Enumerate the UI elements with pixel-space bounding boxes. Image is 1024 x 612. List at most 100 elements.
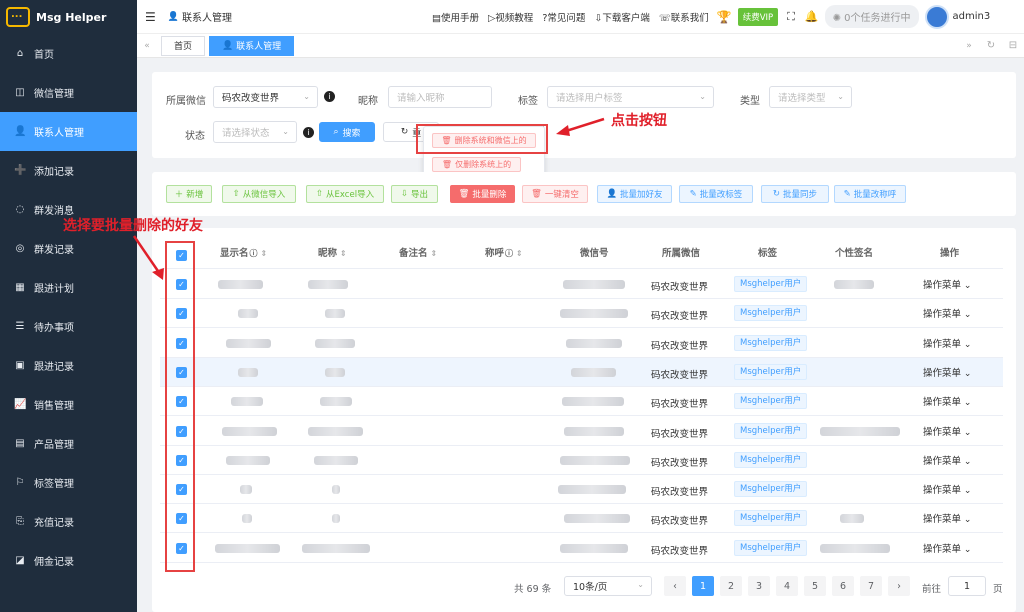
batch-sync-button[interactable]: ↻ 批量同步	[761, 185, 829, 203]
row-action-menu-label: 操作菜单	[923, 367, 962, 379]
sidebar-item-7[interactable]: ☰ 待办事项	[0, 307, 137, 346]
column-header-0[interactable]: 显示名ⓘ ⇕	[220, 245, 267, 259]
page-button-6[interactable]: 6	[832, 576, 854, 596]
table-row[interactable]: ✓ 码农改变世界 Msghelper用户 操作菜单 ⌄	[160, 299, 1003, 329]
wechat-select[interactable]: 码农改变世界 ⌄	[213, 86, 318, 108]
batch-edit-title-button[interactable]: ✎ 批量改称呼	[834, 185, 906, 203]
chevron-down-icon: ⌄	[961, 544, 972, 555]
page-button-1[interactable]: 1	[692, 576, 714, 596]
info-icon[interactable]: i	[324, 91, 335, 102]
search-button[interactable]: ⌕ 搜索	[319, 122, 375, 142]
trophy-icon[interactable]: 🏆	[717, 10, 732, 24]
message-icon: ◌	[15, 204, 25, 215]
import-wechat-button[interactable]: ⇧ 从微信导入	[222, 185, 296, 203]
table-row[interactable]: ✓ 码农改变世界 Msghelper用户 操作菜单 ⌄	[160, 446, 1003, 475]
page-button-4[interactable]: 4	[776, 576, 798, 596]
vip-button[interactable]: 续费VIP	[737, 7, 779, 26]
info-icon[interactable]: i	[303, 127, 314, 138]
task-status[interactable]: ✺ 0个任务进行中	[824, 5, 919, 28]
batch-add-friend-button[interactable]: 👤 批量加好友	[597, 185, 672, 203]
column-header-1[interactable]: 昵称 ⇕	[318, 245, 347, 259]
page-button-2[interactable]: 2	[720, 576, 742, 596]
column-header-3[interactable]: 称呼ⓘ ⇕	[485, 245, 523, 259]
tag-select[interactable]: 请选择用户标签 ⌄	[547, 86, 714, 108]
bell-icon[interactable]: 🔔	[805, 10, 819, 23]
next-page-button[interactable]: ›	[888, 576, 910, 596]
goto-page-input[interactable]: 1	[948, 576, 986, 596]
table-row[interactable]: ✓ 码农改变世界 Msghelper用户 操作菜单 ⌄	[160, 475, 1003, 505]
delete-system-only-option[interactable]: 🗑 仅删除系统上的	[432, 157, 521, 172]
username[interactable]: admin3	[953, 11, 991, 22]
menu-toggle-icon[interactable]: ☰	[145, 10, 156, 24]
row-action-menu[interactable]: 操作菜单 ⌄	[923, 482, 971, 496]
row-action-menu[interactable]: 操作菜单 ⌄	[923, 541, 971, 555]
row-action-menu[interactable]: 操作菜单 ⌄	[923, 277, 971, 291]
column-header-2[interactable]: 备注名 ⇕	[399, 245, 437, 259]
status-select-placeholder: 请选择状态	[222, 128, 270, 139]
fullscreen-icon[interactable]: ⛶	[787, 10, 795, 24]
table-row[interactable]: ✓ 码农改变世界 Msghelper用户 操作菜单 ⌄	[160, 504, 1003, 534]
export-button[interactable]: ⇩ 导出	[391, 185, 438, 203]
sidebar-item-0[interactable]: ⌂ 首页	[0, 34, 137, 73]
sidebar-item-10[interactable]: ▤ 产品管理	[0, 424, 137, 463]
batch-delete-button[interactable]: 🗑 批量删除	[450, 185, 515, 203]
sort-icon: ⇕	[340, 249, 347, 258]
contact-link[interactable]: ☏联系我们	[659, 10, 709, 24]
sidebar-item-8[interactable]: ▣ 跟进记录	[0, 346, 137, 385]
page-button-7[interactable]: 7	[860, 576, 882, 596]
row-action-menu-label: 操作菜单	[923, 338, 962, 350]
page-button-3[interactable]: 3	[748, 576, 770, 596]
redacted-cell	[560, 455, 630, 465]
manual-link[interactable]: ▤使用手册	[432, 10, 479, 24]
table-row[interactable]: ✓ 码农改变世界 Msghelper用户 操作菜单 ⌄	[160, 357, 1003, 387]
tab-menu-icon[interactable]: ⊟	[1002, 40, 1024, 51]
tabs-scroll-left-icon[interactable]: «	[137, 41, 157, 51]
row-action-menu[interactable]: 操作菜单 ⌄	[923, 336, 971, 350]
download-link[interactable]: ⇩下载客户端	[594, 10, 649, 24]
tab-contacts[interactable]: 👤 联系人管理	[209, 35, 295, 56]
clear-all-button[interactable]: 🗑 一键清空	[522, 185, 588, 203]
row-action-menu[interactable]: 操作菜单 ⌄	[923, 365, 971, 379]
row-action-menu[interactable]: 操作菜单 ⌄	[923, 511, 971, 525]
batch-edit-tag-button[interactable]: ✎ 批量改标签	[679, 185, 753, 203]
sidebar-item-11[interactable]: ⚐ 标签管理	[0, 463, 137, 502]
export-button-label: 导出	[411, 190, 429, 200]
redacted-cell	[332, 514, 340, 524]
faq-link[interactable]: ?常见问题	[542, 10, 585, 24]
refresh-icon[interactable]: ↻	[980, 40, 1002, 51]
row-action-menu[interactable]: 操作菜单 ⌄	[923, 394, 971, 408]
import-excel-button[interactable]: ⇧ 从Excel导入	[306, 185, 384, 203]
row-action-menu[interactable]: 操作菜单 ⌄	[923, 306, 971, 320]
sidebar-item-label: 群发记录	[34, 245, 74, 256]
table-row[interactable]: ✓ 码农改变世界 Msghelper用户 操作菜单 ⌄	[160, 270, 1003, 299]
page-button-5[interactable]: 5	[804, 576, 826, 596]
tabs-scroll-right-icon[interactable]: »	[958, 41, 980, 51]
video-link[interactable]: ▷视频教程	[488, 10, 533, 24]
tab-home[interactable]: 首页	[161, 35, 206, 56]
sidebar-item-3[interactable]: ➕ 添加记录	[0, 151, 137, 190]
table-row[interactable]: ✓ 码农改变世界 Msghelper用户 操作菜单 ⌄	[160, 534, 1003, 563]
prev-page-button[interactable]: ‹	[664, 576, 686, 596]
page-size-select[interactable]: 10条/页 ⌄	[564, 576, 652, 596]
status-select[interactable]: 请选择状态 ⌄	[213, 121, 297, 143]
sidebar-item-6[interactable]: ▦ 跟进计划	[0, 268, 137, 307]
clear-all-button-label: 一键清空	[544, 190, 579, 200]
redacted-cell	[840, 514, 864, 524]
row-action-menu[interactable]: 操作菜单 ⌄	[923, 424, 971, 438]
sidebar-item-1[interactable]: ◫ 微信管理	[0, 73, 137, 112]
type-select[interactable]: 请选择类型 ⌄	[769, 86, 852, 108]
sidebar-item-12[interactable]: ⎘ 充值记录	[0, 502, 137, 541]
sidebar-item-9[interactable]: 📈 销售管理	[0, 385, 137, 424]
sidebar-item-2[interactable]: 👤 联系人管理	[0, 112, 137, 151]
table-row[interactable]: ✓ 码农改变世界 Msghelper用户 操作菜单 ⌄	[160, 417, 1003, 446]
column-header-8: 操作	[940, 245, 959, 259]
table-row[interactable]: ✓ 码农改变世界 Msghelper用户 操作菜单 ⌄	[160, 387, 1003, 417]
pagination-total: 共 69 条	[514, 584, 552, 595]
table-row[interactable]: ✓ 码农改变世界 Msghelper用户 操作菜单 ⌄	[160, 329, 1003, 358]
redacted-cell	[563, 280, 625, 289]
nick-input[interactable]: 请输入昵称	[388, 86, 492, 108]
add-button[interactable]: ＋新增	[166, 185, 212, 203]
avatar[interactable]	[924, 4, 949, 29]
row-action-menu[interactable]: 操作菜单 ⌄	[923, 453, 971, 467]
sidebar-item-13[interactable]: ◪ 佣金记录	[0, 541, 137, 580]
